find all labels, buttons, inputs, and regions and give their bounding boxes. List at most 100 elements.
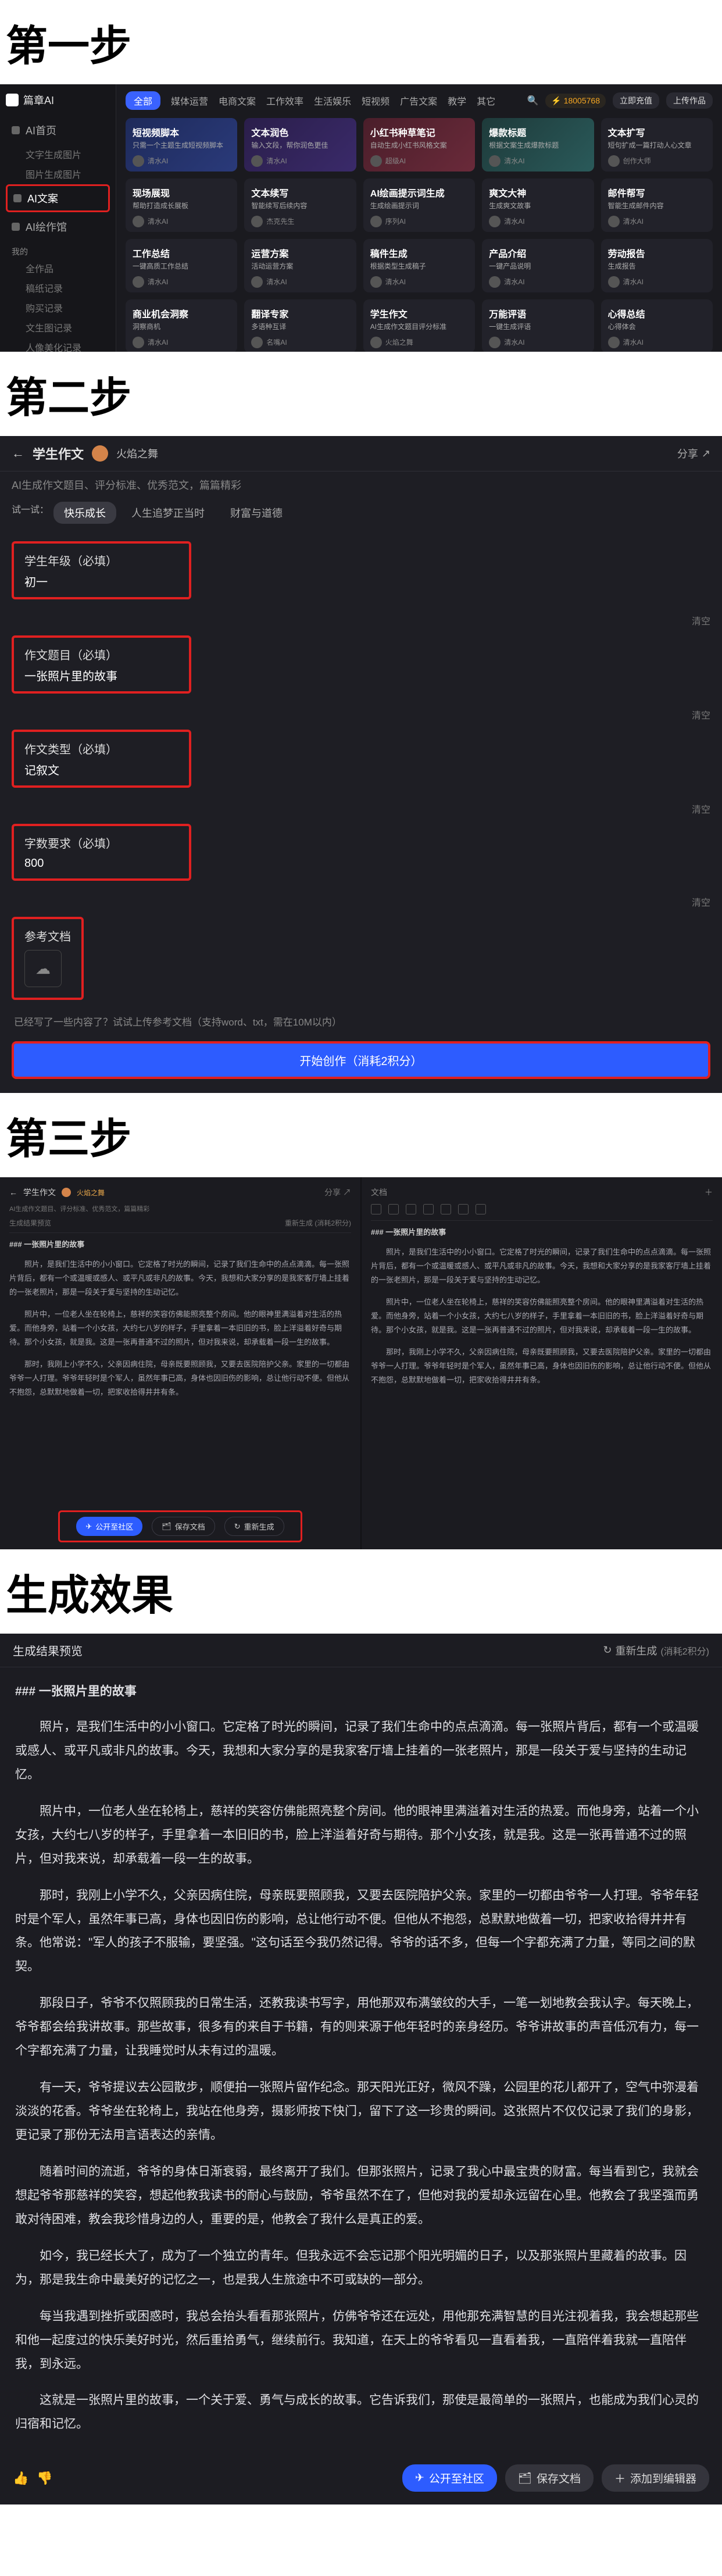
save-button[interactable]: 🗂 保存文档 [505,2464,594,2492]
template-card-2[interactable]: 小红书种草笔记自动生成小红书风格文案超级AI [363,118,475,172]
card-avatar [489,276,501,288]
tab-5[interactable]: 短视频 [362,94,389,108]
share-button[interactable]: 分享 ↗ [677,446,710,461]
balance-badge: ⚡ 18005768 [545,94,606,108]
sidebar-home[interactable]: AI首页 [6,118,110,142]
sidebar-creation[interactable]: AI绘作馆 [6,215,110,239]
field-reference: 参考文档 ☁ [12,917,84,1000]
tool-icon[interactable] [458,1204,469,1214]
editor-body[interactable]: ### 一张照片里的故事 照片，是我们生活中的小小窗口。它定格了时光的瞬间，记录… [371,1226,713,1387]
clear-grade[interactable]: 清空 [0,611,722,630]
result-p2: 那时，我刚上小学不久，父亲因病住院，母亲既要照顾我，又要去医院陪护父亲。家里的一… [15,1884,707,1980]
template-card-9[interactable]: 邮件帮写智能生成邮件内容清水AI [601,178,713,232]
template-card-6[interactable]: 文本续写智能续写后续内容杰克先生 [244,178,356,232]
search-icon[interactable]: 🔍 [527,95,538,106]
example-tab-2[interactable]: 财富与道德 [220,502,293,524]
result-title: 生成结果预览 [13,1642,83,1659]
like-icon[interactable]: 👍 [13,2471,28,2486]
words-input[interactable] [24,857,178,870]
tab-8[interactable]: 其它 [477,94,495,108]
template-card-17[interactable]: 学生作文AI生成作文题目评分标准火焰之舞 [363,299,475,352]
my-item-0[interactable]: 全作品 [6,259,110,277]
template-card-10[interactable]: 工作总结一键高质工作总结清水AI [126,239,237,292]
template-card-4[interactable]: 文本扩写短句扩成一篇打动人心文章创作大师 [601,118,713,172]
card-avatar [489,216,501,227]
upload-button[interactable]: 上传作品 [666,92,713,109]
start-button[interactable]: 开始创作（消耗2积分） [12,1041,710,1079]
tab-6[interactable]: 广告文案 [400,94,437,108]
upload-button[interactable]: ☁ [24,950,62,987]
card-user: 清水AI [504,156,524,166]
tab-3[interactable]: 工作效率 [266,94,303,108]
template-card-0[interactable]: 短视频脚本只需一个主题生成短视频脚本清水AI [126,118,237,172]
italic-icon[interactable] [388,1204,399,1214]
template-card-15[interactable]: 商业机会洞察洞察商机清水AI [126,299,237,352]
my-item-3[interactable]: 文生图记录 [6,318,110,337]
tab-1[interactable]: 媒体运营 [171,94,208,108]
type-input[interactable] [24,763,178,776]
publish-button[interactable]: ✈ 公开至社区 [402,2464,497,2492]
card-user: 火焰之舞 [385,337,413,347]
publish-button[interactable]: ✈ 公开至社区 [76,1517,142,1536]
bold-icon[interactable] [371,1204,381,1214]
template-card-1[interactable]: 文本润色输入文段，帮你润色更佳清水AI [244,118,356,172]
my-item-2[interactable]: 购买记录 [6,298,110,317]
template-card-8[interactable]: 爽文大神生成爽文故事清水AI [482,178,594,232]
grade-input[interactable] [24,574,178,588]
clear-type[interactable]: 清空 [0,799,722,818]
underline-icon[interactable] [406,1204,416,1214]
card-desc: 智能生成邮件内容 [608,202,706,211]
clear-topic[interactable]: 清空 [0,705,722,724]
add-icon[interactable]: ＋ [705,1187,713,1198]
category-tabs: 全部 媒体运营 电商文案 工作效率 生活娱乐 短视频 广告文案 教学 其它 🔍 … [126,91,713,110]
my-item-1[interactable]: 稿纸记录 [6,278,110,297]
sidebar-sub1[interactable]: 文字生成图片 [6,145,110,163]
card-title: 爆款标题 [489,125,587,139]
my-item-4[interactable]: 人像美化记录 [6,338,110,352]
dislike-icon[interactable]: 👎 [37,2471,52,2486]
sidebar-sub2[interactable]: 图片生成图片 [6,165,110,183]
tab-2[interactable]: 电商文案 [219,94,256,108]
card-desc: 一键高质工作总结 [133,262,230,271]
tab-7[interactable]: 教学 [448,94,466,108]
clear-words[interactable]: 清空 [0,892,722,911]
recharge-button[interactable]: 立即充值 [613,92,659,109]
back-icon[interactable]: ← [12,446,24,461]
template-card-11[interactable]: 运营方案活动运营方案清水AI [244,239,356,292]
back-icon[interactable]: ← [9,1188,17,1197]
sidebar-ai-writer[interactable]: AI文案 [6,184,110,212]
example-tab-0[interactable]: 快乐成长 [53,502,116,524]
step2-header: ← 学生作文 火焰之舞 分享 ↗ [0,436,722,471]
doc-tab[interactable]: 文档 [371,1187,387,1198]
tool-icon[interactable] [441,1204,451,1214]
template-card-19[interactable]: 心得总结心得体会清水AI [601,299,713,352]
strike-icon[interactable] [423,1204,434,1214]
result-p1: 照片中，一位老人坐在轮椅上，慈祥的笑容仿佛能照亮整个房间。他的眼神里满溢着对生活… [15,1800,707,1871]
card-user: 清水AI [148,277,168,287]
example-tab-1[interactable]: 人生追梦正当时 [121,502,215,524]
card-user: 清水AI [385,277,406,287]
add-editor-button[interactable]: ＋ 添加到编辑器 [602,2464,709,2492]
template-card-12[interactable]: 稿件生成根据类型生成稿子清水AI [363,239,475,292]
card-user: 清水AI [266,156,287,166]
template-card-16[interactable]: 翻译专家多语种互译名嘴AI [244,299,356,352]
template-card-3[interactable]: 爆款标题根据文案生成爆款标题清水AI [482,118,594,172]
template-card-13[interactable]: 产品介绍一键产品说明清水AI [482,239,594,292]
card-desc: 洞察商机 [133,323,230,332]
tab-4[interactable]: 生活娱乐 [314,94,351,108]
tab-all[interactable]: 全部 [126,91,160,110]
tool-icon[interactable] [476,1204,486,1214]
template-card-18[interactable]: 万能评语一键生成评语清水AI [482,299,594,352]
topic-input[interactable] [24,669,178,682]
share-icon[interactable]: 分享 ↗ [324,1187,351,1198]
regen-button[interactable]: ↻ 重新生成 [224,1517,284,1536]
template-card-7[interactable]: AI绘画提示词生成生成绘画提示词序列AI [363,178,475,232]
regen-link[interactable]: 重新生成 (消耗2积分) [285,1218,351,1228]
card-avatar [251,216,263,227]
card-avatar [489,155,501,167]
template-card-14[interactable]: 劳动报告生成报告清水AI [601,239,713,292]
card-user: 序列AI [385,216,406,226]
regen-link[interactable]: ↻ 重新生成 (消耗2积分) [603,1642,709,1659]
template-card-5[interactable]: 现场展现帮助打造成长展板清水AI [126,178,237,232]
save-button[interactable]: 🗂 保存文档 [152,1517,215,1536]
